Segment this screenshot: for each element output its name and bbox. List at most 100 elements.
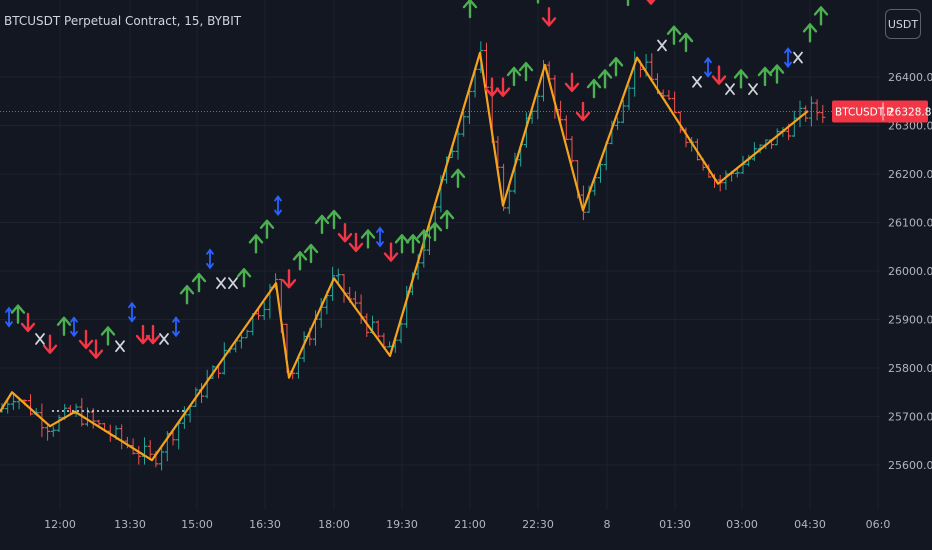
down-arrow-icon — [337, 223, 353, 243]
up-arrow-shape — [626, 0, 630, 7]
up-arrow-shape — [416, 229, 432, 249]
down-arrow-icon — [711, 65, 727, 85]
x-mark-shape — [725, 83, 735, 96]
up-arrow-icon — [536, 0, 540, 4]
down-arrow-icon — [348, 232, 364, 253]
down-arrow-icon — [42, 334, 58, 354]
up-arrow-icon — [100, 326, 116, 346]
down-arrow-shape — [383, 242, 399, 262]
price-tag-symbol: BTCUSDT.P — [835, 107, 893, 119]
x-mark-icon — [692, 75, 702, 88]
down-arrow-shape — [348, 232, 364, 253]
x-tick-label: 06:0 — [866, 518, 891, 531]
up-arrow-icon — [360, 229, 376, 249]
down-arrow-icon — [88, 339, 104, 359]
up-arrow-shape — [536, 0, 540, 4]
down-arrow-shape — [646, 0, 656, 5]
up-arrow-shape — [769, 64, 785, 84]
x-tick-label: 13:30 — [114, 518, 146, 531]
up-arrow-icon — [236, 268, 252, 288]
price-axis[interactable]: 25600.0 25700.0 25800.0 25900.0 26000.0 26100… — [888, 71, 932, 472]
x-tick-label: 21:00 — [454, 518, 486, 531]
up-arrow-shape — [191, 272, 207, 293]
updown-arrow-shape — [206, 248, 214, 270]
up-arrow-shape — [10, 304, 26, 324]
up-arrow-shape — [733, 69, 749, 89]
y-tick-label: 25800.0 — [888, 362, 932, 375]
up-arrow-shape — [586, 78, 602, 99]
up-arrow-icon — [597, 69, 613, 89]
up-arrow-shape — [326, 209, 342, 230]
price-tag-value: 26328.8 — [888, 107, 931, 119]
down-arrow-shape — [42, 334, 58, 354]
down-arrow-shape — [78, 329, 94, 350]
y-tick-label: 26100.0 — [888, 217, 932, 230]
up-arrow-shape — [360, 229, 376, 249]
up-arrow-shape — [450, 168, 466, 189]
down-arrow-shape — [564, 72, 580, 93]
x-tick-label: 19:30 — [386, 518, 418, 531]
up-arrow-shape — [802, 23, 818, 43]
price-chart[interactable]: 25600.0 25700.0 25800.0 25900.0 26000.0 26100… — [0, 0, 932, 550]
updown-arrow-icon — [274, 195, 282, 217]
x-tick-label: 8 — [604, 518, 611, 531]
price-tag: BTCUSDT.P 26328.8 — [832, 100, 931, 123]
x-mark-icon — [159, 333, 169, 345]
x-mark-shape — [159, 333, 169, 345]
x-mark-shape — [35, 333, 45, 345]
x-mark-icon — [115, 340, 125, 353]
up-arrow-shape — [462, 0, 478, 19]
currency-button[interactable]: USDT — [885, 9, 921, 39]
updown-arrow-shape — [376, 226, 384, 248]
up-arrow-icon — [733, 69, 749, 89]
updown-arrow-shape — [172, 316, 180, 338]
x-tick-label: 22:30 — [522, 518, 554, 531]
up-arrow-icon — [416, 229, 432, 249]
x-mark-icon — [657, 39, 667, 52]
up-arrow-icon — [802, 23, 818, 43]
grid-lines — [0, 0, 880, 510]
chart-title: BTCUSDT Perpetual Contract, 15, BYBIT — [4, 14, 242, 28]
up-arrow-icon — [666, 25, 682, 45]
up-arrow-shape — [292, 251, 308, 271]
x-tick-label: 03:00 — [726, 518, 758, 531]
x-mark-shape — [216, 277, 226, 290]
y-tick-label: 26000.0 — [888, 265, 932, 278]
up-arrow-shape — [259, 219, 275, 239]
x-tick-label: 04:30 — [794, 518, 826, 531]
up-arrow-shape — [518, 61, 534, 82]
up-arrow-shape — [248, 234, 264, 254]
down-arrow-shape — [135, 324, 151, 345]
up-arrow-icon — [248, 234, 264, 254]
up-arrow-icon — [450, 168, 466, 189]
up-arrow-shape — [813, 6, 829, 26]
candles — [0, 41, 826, 471]
down-arrow-icon — [135, 324, 151, 345]
updown-arrow-icon — [5, 306, 13, 328]
x-mark-icon — [793, 51, 803, 64]
y-tick-label: 25900.0 — [888, 314, 932, 327]
up-arrow-icon — [813, 6, 829, 26]
x-mark-shape — [793, 51, 803, 64]
x-tick-label: 18:00 — [318, 518, 350, 531]
up-arrow-icon — [292, 251, 308, 271]
x-mark-icon — [228, 277, 238, 290]
up-arrow-icon — [678, 32, 694, 53]
y-tick-label: 25600.0 — [888, 459, 932, 472]
updown-arrow-icon — [376, 226, 384, 248]
up-arrow-icon — [586, 78, 602, 99]
x-mark-shape — [748, 83, 758, 96]
up-arrow-shape — [100, 326, 116, 346]
down-arrow-icon — [78, 329, 94, 350]
down-arrow-shape — [145, 324, 161, 345]
x-mark-shape — [115, 340, 125, 353]
x-mark-icon — [748, 83, 758, 96]
updown-arrow-icon — [206, 248, 214, 270]
up-arrow-icon — [179, 285, 195, 305]
down-arrow-icon — [575, 101, 591, 122]
zigzag-line — [0, 51, 809, 462]
x-tick-label: 15:00 — [181, 518, 213, 531]
y-tick-label: 26400.0 — [888, 71, 932, 84]
down-arrow-icon — [495, 77, 511, 97]
time-axis[interactable]: 12:00 13:30 15:00 16:30 18:00 19:30 21:00 22:30… — [44, 518, 890, 531]
